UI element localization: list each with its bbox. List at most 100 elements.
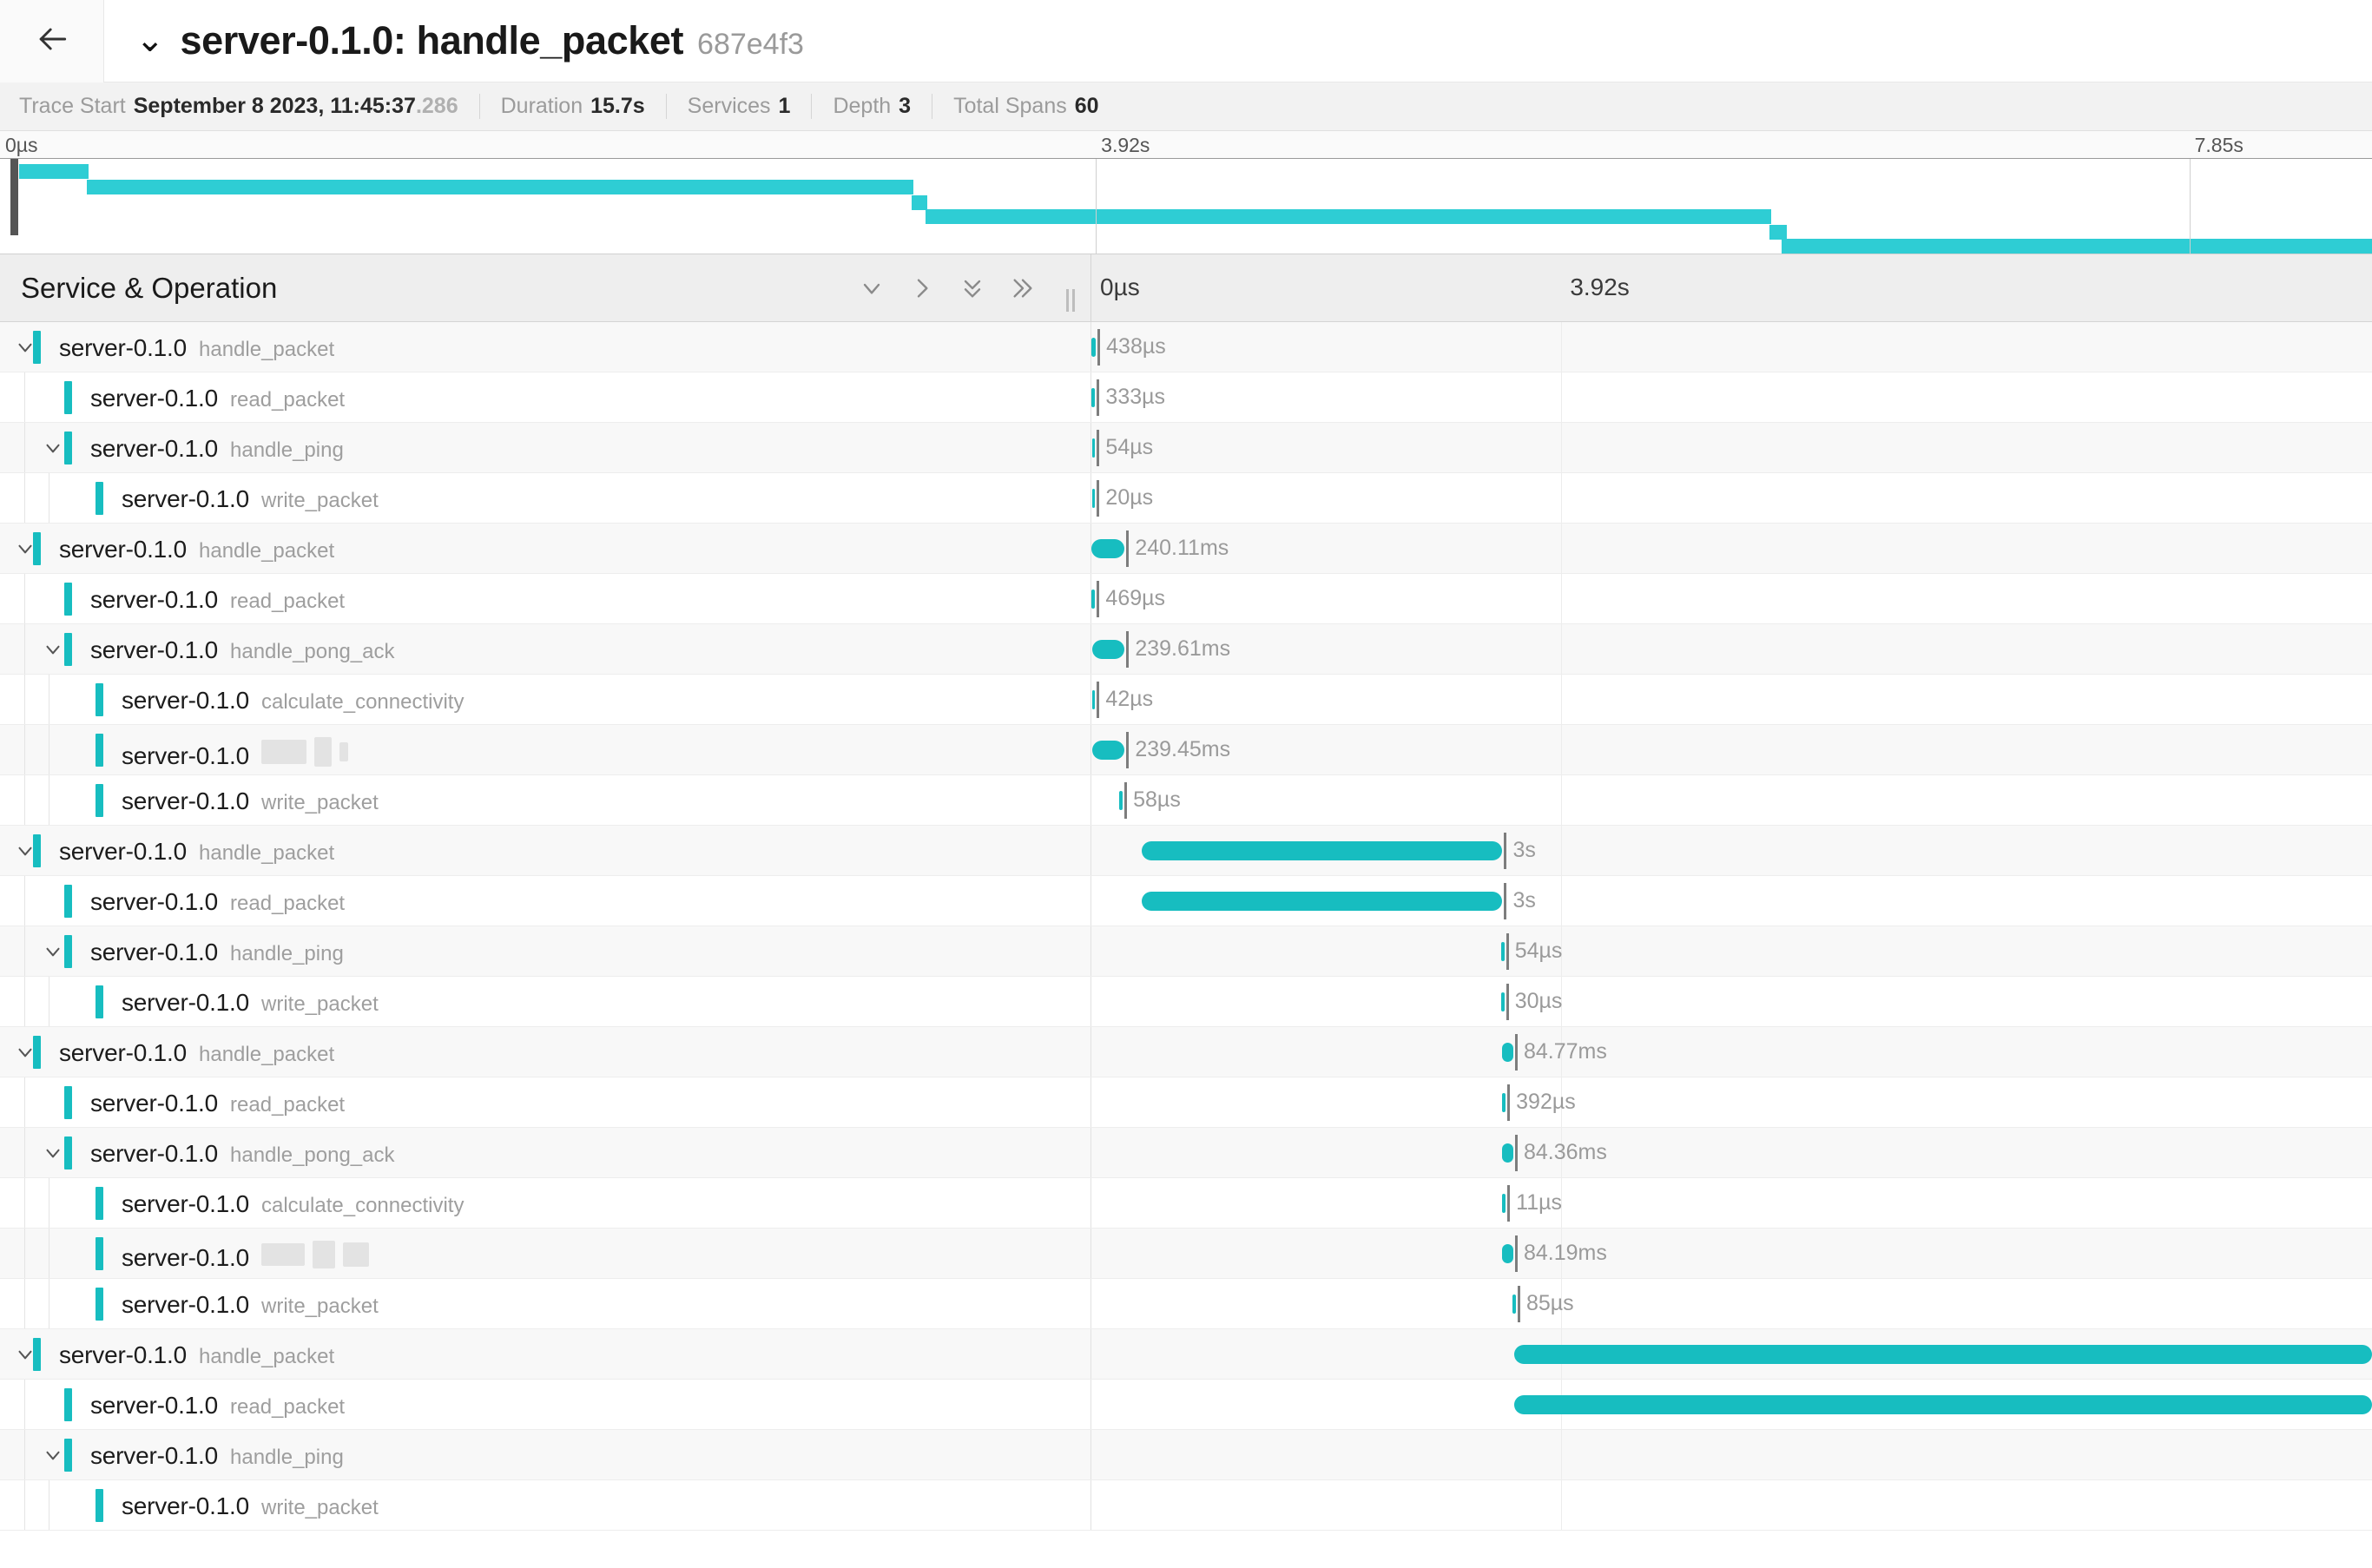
table-row[interactable]: server-0.1.0handle_ping54µs: [0, 926, 2372, 977]
span-timeline-cell[interactable]: 42µs: [1091, 675, 2372, 724]
table-row[interactable]: server-0.1.0handle_ping54µs: [0, 423, 2372, 473]
span-name-cell[interactable]: server-0.1.0: [0, 725, 1091, 774]
span-duration-bar[interactable]: [1502, 1244, 1513, 1263]
span-name-cell[interactable]: server-0.1.0handle_packet: [0, 826, 1091, 875]
span-name-cell[interactable]: server-0.1.0write_packet: [0, 1480, 1091, 1530]
span-timeline-cell[interactable]: 54µs: [1091, 423, 2372, 472]
span-timeline-cell[interactable]: 85µs: [1091, 1279, 2372, 1328]
table-row[interactable]: server-0.1.0write_packet58µs: [0, 775, 2372, 826]
table-row[interactable]: server-0.1.084.19ms: [0, 1229, 2372, 1279]
span-duration-bar[interactable]: [1142, 892, 1503, 911]
span-name-cell[interactable]: server-0.1.0read_packet: [0, 372, 1091, 422]
span-name-cell[interactable]: server-0.1.0read_packet: [0, 876, 1091, 926]
table-row[interactable]: server-0.1.0write_packet: [0, 1480, 2372, 1531]
table-row[interactable]: server-0.1.0calculate_connectivity11µs: [0, 1178, 2372, 1229]
span-duration-bar[interactable]: [1501, 992, 1505, 1011]
table-row[interactable]: server-0.1.0read_packet392µs: [0, 1077, 2372, 1128]
span-duration-bar[interactable]: [1502, 1093, 1506, 1112]
span-timeline-cell[interactable]: 239.45ms: [1091, 725, 2372, 774]
span-name-cell[interactable]: server-0.1.0handle_packet: [0, 1329, 1091, 1379]
chevron-right-icon[interactable]: [908, 273, 936, 304]
span-duration-bar[interactable]: [1142, 841, 1503, 860]
span-timeline-cell[interactable]: 84.36ms: [1091, 1128, 2372, 1177]
span-duration-bar[interactable]: [1091, 388, 1095, 407]
span-name-cell[interactable]: server-0.1.0read_packet: [0, 1077, 1091, 1127]
table-row[interactable]: server-0.1.0read_packet: [0, 1380, 2372, 1430]
span-duration-bar[interactable]: [1092, 438, 1096, 458]
chevron-double-down-icon[interactable]: [959, 273, 986, 304]
span-name-cell[interactable]: server-0.1.0handle_packet: [0, 524, 1091, 573]
span-name-cell[interactable]: server-0.1.0handle_pong_ack: [0, 624, 1091, 674]
span-name-cell[interactable]: server-0.1.0handle_ping: [0, 926, 1091, 976]
table-row[interactable]: server-0.1.0read_packet333µs: [0, 372, 2372, 423]
span-timeline-cell[interactable]: [1091, 1430, 2372, 1479]
span-duration-bar[interactable]: [1512, 1295, 1516, 1314]
span-timeline-cell[interactable]: [1091, 1480, 2372, 1530]
table-row[interactable]: server-0.1.0write_packet85µs: [0, 1279, 2372, 1329]
column-resize-grip[interactable]: [1066, 289, 1075, 312]
table-row[interactable]: server-0.1.0handle_ping: [0, 1430, 2372, 1480]
minimap-drag-handle[interactable]: [10, 159, 18, 235]
span-duration-bar[interactable]: [1502, 1143, 1513, 1163]
chevron-down-icon[interactable]: ⌄: [135, 23, 165, 57]
span-duration-bar[interactable]: [1502, 1043, 1513, 1062]
table-row[interactable]: server-0.1.0handle_pong_ack239.61ms: [0, 624, 2372, 675]
span-duration-bar[interactable]: [1092, 640, 1125, 659]
span-duration-bar[interactable]: [1501, 942, 1505, 961]
row-expand-chevron-down-icon[interactable]: [40, 1140, 66, 1166]
span-name-cell[interactable]: server-0.1.0handle_packet: [0, 1027, 1091, 1077]
table-row[interactable]: server-0.1.0write_packet20µs: [0, 473, 2372, 524]
table-row[interactable]: server-0.1.0handle_pong_ack84.36ms: [0, 1128, 2372, 1178]
span-name-cell[interactable]: server-0.1.0read_packet: [0, 574, 1091, 623]
span-name-cell[interactable]: server-0.1.0read_packet: [0, 1380, 1091, 1429]
span-timeline-cell[interactable]: 240.11ms: [1091, 524, 2372, 573]
table-row[interactable]: server-0.1.0calculate_connectivity42µs: [0, 675, 2372, 725]
span-timeline-cell[interactable]: 3s: [1091, 876, 2372, 926]
table-row[interactable]: server-0.1.0handle_packet3s: [0, 826, 2372, 876]
table-row[interactable]: server-0.1.0handle_packet240.11ms: [0, 524, 2372, 574]
chevron-down-icon[interactable]: [858, 273, 886, 304]
chevron-double-right-icon[interactable]: [1009, 273, 1037, 304]
row-expand-chevron-down-icon[interactable]: [40, 435, 66, 461]
span-timeline-cell[interactable]: 30µs: [1091, 977, 2372, 1026]
span-name-cell[interactable]: server-0.1.0calculate_connectivity: [0, 1178, 1091, 1228]
span-timeline-cell[interactable]: 58µs: [1091, 775, 2372, 825]
span-timeline-cell[interactable]: 84.77ms: [1091, 1027, 2372, 1077]
span-timeline-cell[interactable]: 333µs: [1091, 372, 2372, 422]
span-duration-bar[interactable]: [1119, 791, 1123, 810]
minimap[interactable]: [0, 159, 2372, 254]
span-duration-bar[interactable]: [1514, 1345, 2372, 1364]
row-expand-chevron-down-icon[interactable]: [40, 1442, 66, 1468]
span-timeline-cell[interactable]: 11µs: [1091, 1178, 2372, 1228]
span-duration-bar[interactable]: [1092, 690, 1096, 709]
span-timeline-cell[interactable]: [1091, 1380, 2372, 1429]
span-name-cell[interactable]: server-0.1.0handle_pong_ack: [0, 1128, 1091, 1177]
span-name-cell[interactable]: server-0.1.0handle_ping: [0, 423, 1091, 472]
table-row[interactable]: server-0.1.0write_packet30µs: [0, 977, 2372, 1027]
span-timeline-cell[interactable]: 392µs: [1091, 1077, 2372, 1127]
row-expand-chevron-down-icon[interactable]: [40, 939, 66, 965]
row-expand-chevron-down-icon[interactable]: [40, 636, 66, 662]
table-row[interactable]: server-0.1.0handle_packet438µs: [0, 322, 2372, 372]
span-name-cell[interactable]: server-0.1.0write_packet: [0, 977, 1091, 1026]
span-name-cell[interactable]: server-0.1.0write_packet: [0, 775, 1091, 825]
span-duration-bar[interactable]: [1092, 741, 1125, 760]
span-timeline-cell[interactable]: 84.19ms: [1091, 1229, 2372, 1278]
span-timeline-cell[interactable]: 469µs: [1091, 574, 2372, 623]
span-duration-bar[interactable]: [1502, 1194, 1506, 1213]
table-row[interactable]: server-0.1.0read_packet3s: [0, 876, 2372, 926]
span-timeline-cell[interactable]: 54µs: [1091, 926, 2372, 976]
table-row[interactable]: server-0.1.0handle_packet: [0, 1329, 2372, 1380]
span-timeline-cell[interactable]: 239.61ms: [1091, 624, 2372, 674]
table-row[interactable]: server-0.1.0239.45ms: [0, 725, 2372, 775]
table-row[interactable]: server-0.1.0read_packet469µs: [0, 574, 2372, 624]
span-name-cell[interactable]: server-0.1.0handle_ping: [0, 1430, 1091, 1479]
span-timeline-cell[interactable]: 438µs: [1091, 322, 2372, 372]
back-button[interactable]: [0, 0, 104, 82]
span-duration-bar[interactable]: [1514, 1395, 2372, 1414]
span-name-cell[interactable]: server-0.1.0: [0, 1229, 1091, 1278]
span-name-cell[interactable]: server-0.1.0handle_packet: [0, 322, 1091, 372]
span-name-cell[interactable]: server-0.1.0write_packet: [0, 1279, 1091, 1328]
table-row[interactable]: server-0.1.0handle_packet84.77ms: [0, 1027, 2372, 1077]
span-timeline-cell[interactable]: 3s: [1091, 826, 2372, 875]
